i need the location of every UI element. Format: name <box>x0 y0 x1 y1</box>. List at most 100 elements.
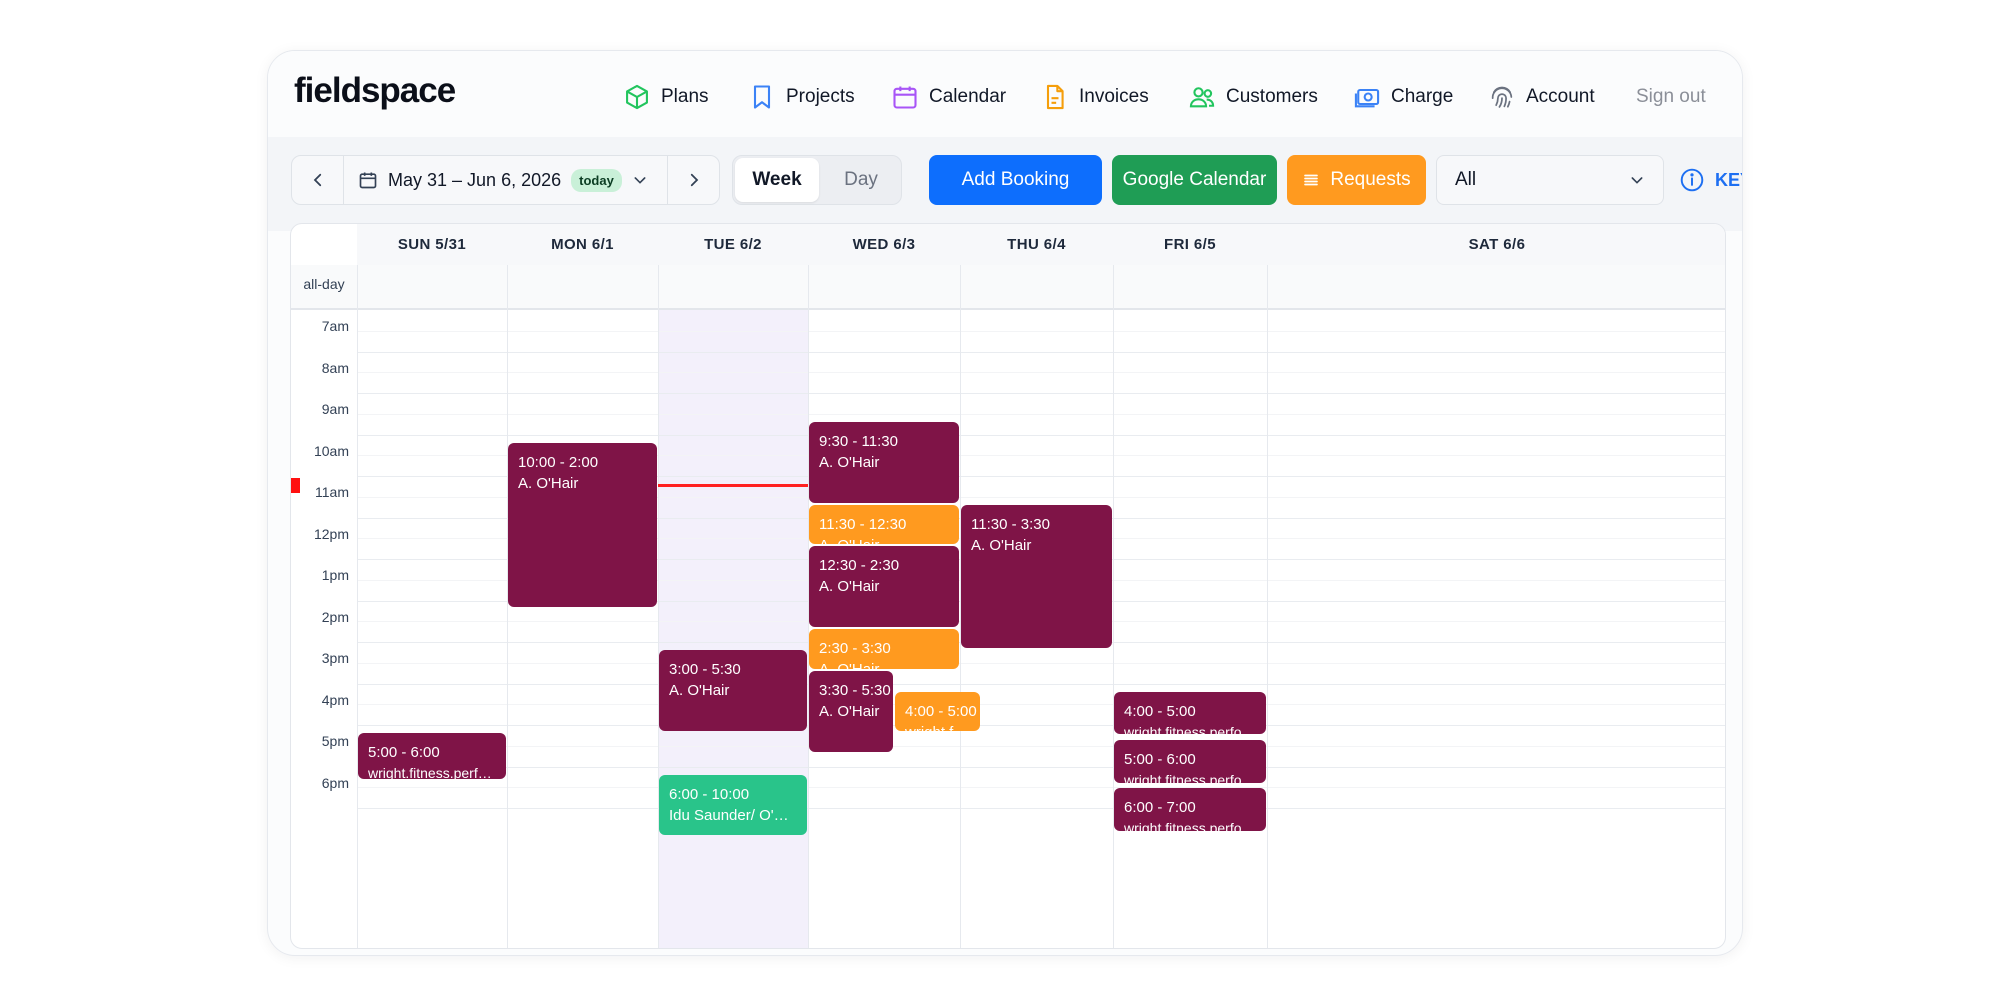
day-header[interactable]: SUN 5/31 <box>357 224 507 265</box>
event-block[interactable]: 12:30 - 2:30 A. O'Hair <box>809 546 959 628</box>
event-time: 6:00 - 7:00 <box>1124 799 1196 817</box>
time-label: 10am <box>313 442 349 459</box>
event-time: 3:30 - 5:30 <box>819 681 891 699</box>
event-time: 5:00 - 6:00 <box>368 744 440 761</box>
hour-gridline <box>357 393 1725 394</box>
event-person: A. O'Hair <box>971 536 1032 554</box>
half-hour-gridline <box>357 704 1725 706</box>
day-header[interactable]: WED 6/3 <box>808 224 960 265</box>
event-block[interactable]: 3:30 - 5:30 A. O'Hair <box>809 670 893 752</box>
event-block[interactable]: 4:00 - 5:00 wright.fitness.performance <box>1114 691 1266 735</box>
event-block[interactable]: 4:00 - 5:00 wright.fitn... <box>895 691 980 731</box>
event-block[interactable]: 3:00 - 5:30 A. O'Hair <box>659 650 807 731</box>
event-time: 11:30 - 12:30 <box>819 515 907 533</box>
filter-select[interactable]: All <box>1436 155 1664 205</box>
bookmark-icon <box>753 85 771 109</box>
hour-gridline <box>357 766 1725 768</box>
calendar-icon <box>359 172 377 189</box>
event-block[interactable]: 10:00 - 2:00 A. O'Hair <box>508 442 657 607</box>
event-person: wright.fitness.performance <box>368 765 496 780</box>
event-block[interactable]: 2:30 - 3:30A. O'Hair <box>809 629 959 669</box>
nav-customers[interactable]: Customers <box>1188 81 1318 113</box>
date-range-button[interactable]: May 31 – Jun 6, 2026 today <box>358 156 648 204</box>
app-card: fieldspace Plans Projects Calendar Invoi… <box>267 50 1743 956</box>
chevron-left-icon <box>313 173 321 187</box>
date-range-label: May 31 – Jun 6, 2026 <box>388 169 562 190</box>
time-label: 9am <box>321 401 349 417</box>
event-person: Idu Saunder/ O'Hair <box>669 806 797 824</box>
time-label: 6pm <box>321 774 349 791</box>
today-badge[interactable]: today <box>571 168 622 192</box>
top-header: fieldspace Plans Projects Calendar Invoi… <box>268 51 1742 137</box>
event-time: 4:00 - 5:00 <box>905 702 977 720</box>
day-header[interactable]: TUE 6/2 <box>658 224 808 265</box>
nav-label: Plans <box>661 86 709 107</box>
event-block[interactable]: 11:30 - 3:30 A. O'Hair <box>961 504 1112 648</box>
event-block[interactable]: 11:30 - 12:30 A. O'Hair <box>809 504 959 545</box>
nav-account[interactable]: Account <box>1488 81 1595 113</box>
week-view-button[interactable]: Week <box>735 158 819 202</box>
half-hour-gridline <box>357 787 1725 789</box>
chevron-down-icon <box>634 177 646 184</box>
event-time: 6:00 - 10:00 <box>669 785 750 803</box>
event-time: 10:00 - 2:00 <box>518 453 599 471</box>
all-day-label: all-day <box>303 276 345 292</box>
key-button[interactable]: KEY <box>1679 163 1742 197</box>
google-calendar-button[interactable]: Google Calendar <box>1112 155 1277 205</box>
day-header[interactable]: MON 6/1 <box>507 224 658 265</box>
chevron-down-icon <box>1631 177 1643 184</box>
document-icon <box>1046 84 1064 110</box>
event-block[interactable]: 6:00 - 7:00 wright.fitness.performance <box>1114 788 1266 832</box>
time-label: 4pm <box>321 691 349 708</box>
event-time: 5:00 - 6:00 <box>1124 750 1196 768</box>
half-hour-gridline <box>357 413 1725 415</box>
week-calendar-grid: all-day 7am 8am 9am 10am 11am 12pm 1pm 2pm 3pm 4p… <box>290 223 1726 949</box>
event-person: A. O'Hair <box>819 453 880 471</box>
time-label: 12pm <box>313 525 349 542</box>
nav-plans[interactable]: Plans <box>623 81 709 113</box>
nav-projects[interactable]: Projects <box>748 81 855 113</box>
cube-icon <box>626 84 648 110</box>
event-block[interactable]: 5:00 - 6:00 wright.fitness.performance <box>358 733 506 780</box>
current-time-line <box>658 484 808 487</box>
event-block[interactable]: 6:00 - 10:00 Idu Saunder/ O'Hair <box>659 774 807 835</box>
hour-gridline <box>357 725 1725 726</box>
day-view-button[interactable]: Day <box>821 158 901 202</box>
half-hour-gridline <box>357 662 1725 664</box>
key-label: KEY <box>1715 169 1742 190</box>
hour-gridline <box>357 351 1725 353</box>
google-calendar-label: Google Calendar <box>1122 169 1267 190</box>
nav-calendar[interactable]: Calendar <box>891 81 1006 113</box>
today-column-highlight <box>658 224 808 948</box>
event-person: wright.fitness.performance <box>1124 771 1256 783</box>
event-person: A. O'Hair <box>819 535 949 545</box>
next-week-button[interactable] <box>667 156 719 204</box>
nav-label: Calendar <box>929 86 1007 107</box>
view-toggle: Week Day <box>732 155 902 205</box>
event-time: 12:30 - 2:30 <box>819 557 900 575</box>
sign-out-link[interactable]: Sign out <box>1636 81 1706 113</box>
add-booking-button[interactable]: Add Booking <box>929 155 1102 205</box>
half-hour-gridline <box>357 372 1725 374</box>
nav-charge[interactable]: Charge <box>1353 81 1453 113</box>
half-hour-gridline <box>357 330 1725 332</box>
app-logo[interactable]: fieldspace <box>294 71 456 111</box>
event-person: wright.fitness.performance <box>1124 820 1256 832</box>
nav-invoices[interactable]: Invoices <box>1041 81 1149 113</box>
day-column-divider <box>357 224 358 948</box>
nav-label: Invoices <box>1079 86 1149 107</box>
time-label: 5pm <box>321 733 349 749</box>
prev-week-button[interactable] <box>292 156 344 204</box>
nav-label: Customers <box>1226 86 1318 107</box>
nav-label: Projects <box>786 86 855 107</box>
day-header[interactable]: SAT 6/6 <box>1267 224 1725 265</box>
event-time: 4:00 - 5:00 <box>1124 702 1196 720</box>
day-header[interactable]: FRI 6/5 <box>1113 224 1267 265</box>
add-booking-label: Add Booking <box>961 169 1070 190</box>
day-header[interactable]: THU 6/4 <box>960 224 1113 265</box>
event-block[interactable]: 9:30 - 11:30 A. O'Hair <box>809 421 959 503</box>
event-block[interactable]: 5:00 - 6:00 wright.fitness.performance <box>1114 739 1266 783</box>
half-hour-gridline <box>357 745 1725 747</box>
time-label: 1pm <box>321 567 349 583</box>
requests-button[interactable]: Requests <box>1287 155 1426 205</box>
